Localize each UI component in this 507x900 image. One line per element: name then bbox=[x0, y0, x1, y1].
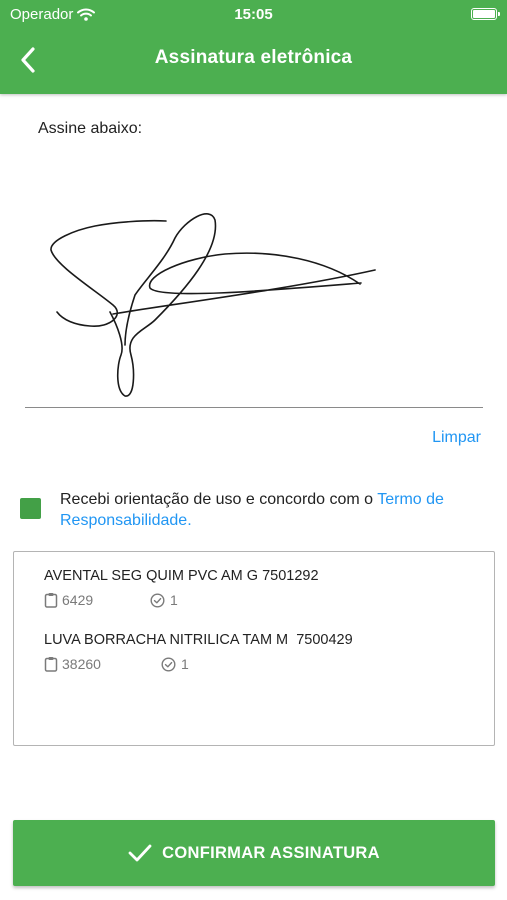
item-code: 6429 bbox=[44, 592, 150, 608]
check-circle-icon bbox=[150, 592, 165, 608]
clipboard-icon bbox=[44, 657, 58, 672]
item-quantity-value: 1 bbox=[170, 592, 178, 608]
battery-icon bbox=[471, 8, 500, 20]
item-code: 38260 bbox=[44, 656, 161, 672]
item-quantity: 1 bbox=[161, 656, 189, 672]
list-item: AVENTAL SEG QUIM PVC AM G 7501292 6429 1 bbox=[44, 568, 319, 608]
item-name: AVENTAL SEG QUIM PVC AM G 7501292 bbox=[44, 568, 319, 584]
signature-drawing bbox=[50, 213, 376, 397]
confirm-label: CONFIRMAR ASSINATURA bbox=[162, 843, 380, 862]
agreement-checkbox[interactable] bbox=[20, 498, 41, 519]
items-list: AVENTAL SEG QUIM PVC AM G 7501292 6429 1… bbox=[13, 551, 495, 746]
signature-pad[interactable] bbox=[25, 150, 483, 408]
page-title: Assinatura eletrônica bbox=[154, 47, 353, 68]
check-icon bbox=[25, 505, 37, 513]
chevron-left-icon bbox=[21, 47, 35, 73]
agreement-label: Recebi orientação de uso e concordo com … bbox=[60, 491, 378, 508]
item-meta: 6429 1 bbox=[44, 592, 319, 608]
item-quantity: 1 bbox=[150, 592, 178, 608]
check-icon bbox=[128, 844, 152, 862]
confirm-signature-button[interactable]: CONFIRMAR ASSINATURA bbox=[13, 820, 495, 886]
signature-label: Assine abaixo: bbox=[38, 120, 143, 137]
item-meta: 38260 1 bbox=[44, 656, 353, 672]
item-code-value: 6429 bbox=[62, 592, 94, 608]
status-bar: Operador 15:05 bbox=[0, 0, 507, 28]
app-header: Operador 15:05 Assinatura eletrônica bbox=[0, 0, 507, 94]
signature-baseline bbox=[25, 407, 483, 408]
list-item: LUVA BORRACHA NITRILICA TAM M 7500429 38… bbox=[44, 632, 353, 672]
clear-signature-button[interactable]: Limpar bbox=[432, 429, 481, 447]
check-circle-icon bbox=[161, 656, 176, 672]
status-time: 15:05 bbox=[234, 6, 273, 23]
back-button[interactable] bbox=[12, 42, 44, 78]
item-name: LUVA BORRACHA NITRILICA TAM M 7500429 bbox=[44, 632, 353, 648]
agreement-text: Recebi orientação de uso e concordo com … bbox=[60, 489, 500, 531]
clipboard-icon bbox=[44, 593, 58, 608]
item-code-value: 38260 bbox=[62, 656, 101, 672]
item-quantity-value: 1 bbox=[181, 656, 189, 672]
